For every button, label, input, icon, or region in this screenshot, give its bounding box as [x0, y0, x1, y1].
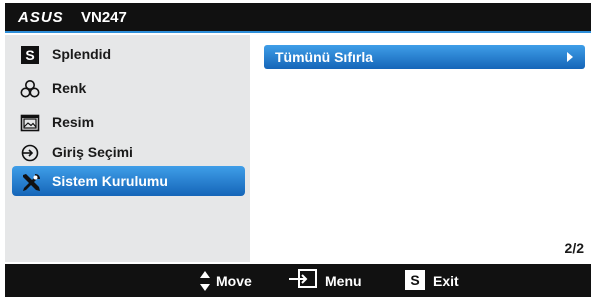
menu-label: Splendid — [52, 46, 112, 62]
menu-label: Giriş Seçimi — [52, 144, 133, 160]
menu-item-resim[interactable]: Resim — [12, 107, 245, 137]
tools-icon — [20, 172, 40, 192]
menu-item-renk[interactable]: Renk — [12, 73, 245, 103]
up-down-arrow-icon — [199, 270, 211, 297]
menu-label: Resim — [52, 114, 95, 130]
menu-label: Menu — [325, 273, 362, 289]
submenu-label: Tümünü Sıfırla — [275, 49, 373, 65]
enter-menu-icon — [288, 269, 318, 294]
menu-item-sistem-kurulumu[interactable]: Sistem Kurulumu — [12, 166, 245, 196]
input-select-icon — [20, 143, 40, 163]
menu-item-splendid[interactable]: S Splendid — [12, 39, 245, 69]
move-label: Move — [216, 273, 252, 289]
splendid-s-icon: S — [20, 45, 40, 65]
color-circles-icon — [20, 79, 40, 99]
title-bar: ASUS VN247 — [5, 3, 591, 33]
menu-item-giris-secimi[interactable]: Giriş Seçimi — [12, 137, 245, 167]
exit-label: Exit — [433, 273, 459, 289]
svg-text:S: S — [410, 272, 419, 288]
svg-text:S: S — [25, 47, 34, 63]
exit-control: S Exit — [405, 264, 485, 297]
move-control: Move — [199, 264, 279, 297]
monitor-osd-menu: ASUS VN247 S Splendid Renk Resim Giriş S… — [0, 0, 597, 300]
model-name: VN247 — [81, 9, 127, 26]
image-icon — [20, 113, 40, 133]
asus-logo: ASUS — [18, 9, 64, 26]
menu-label: Renk — [52, 80, 87, 96]
control-hint-bar: Move Menu S Exit — [5, 264, 591, 297]
submenu-panel: Tümünü Sıfırla 2/2 — [252, 35, 591, 262]
chevron-right-icon — [567, 52, 573, 62]
page-indicator: 2/2 — [564, 240, 584, 256]
submenu-item-reset-all[interactable]: Tümünü Sıfırla — [264, 45, 585, 69]
splendid-s-icon: S — [405, 270, 425, 295]
menu-control: Menu — [288, 264, 378, 297]
main-menu-panel: S Splendid Renk Resim Giriş Seçimi Siste… — [5, 35, 250, 262]
menu-label: Sistem Kurulumu — [52, 173, 168, 189]
